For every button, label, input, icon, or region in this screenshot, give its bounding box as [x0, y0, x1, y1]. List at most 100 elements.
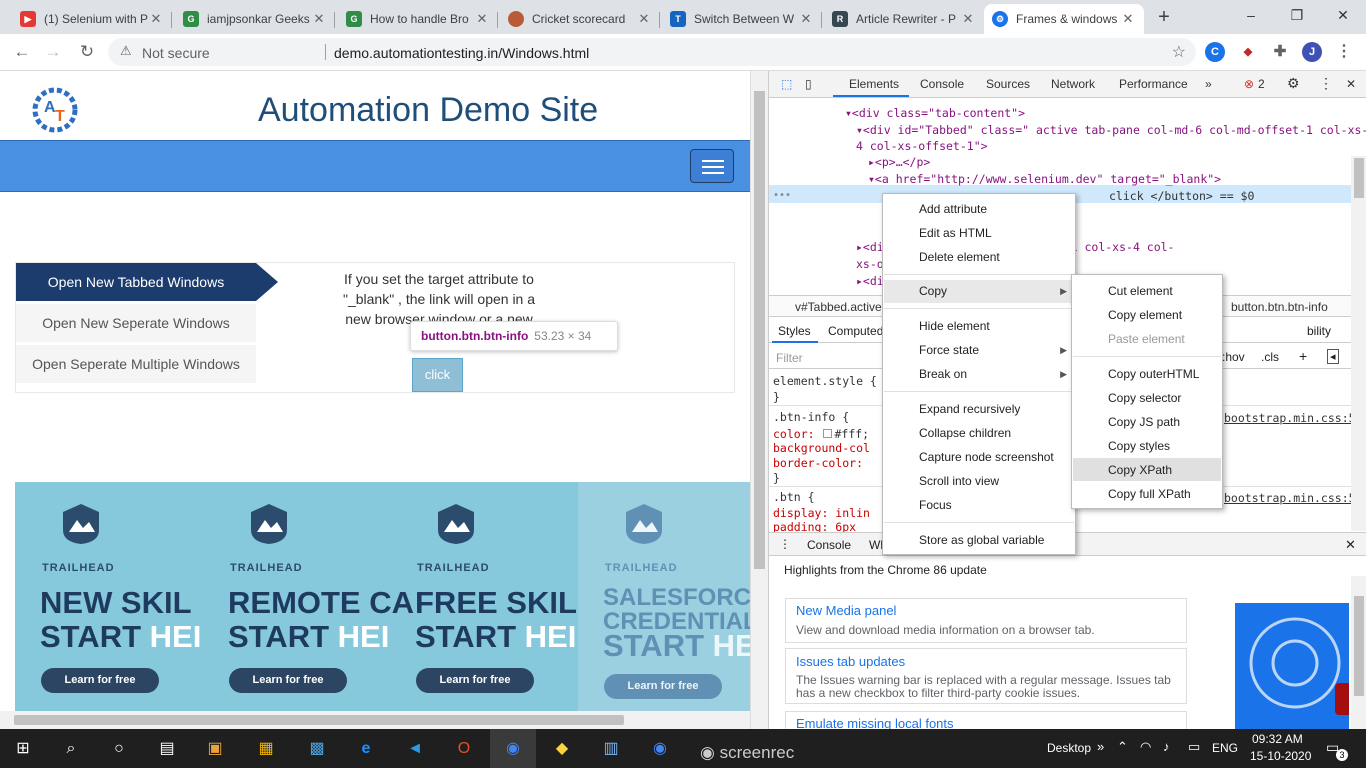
close-tab-icon[interactable]: ✕	[148, 11, 164, 27]
tab-performance[interactable]: Performance	[1119, 77, 1188, 91]
wifi-icon[interactable]: ◠	[1140, 739, 1151, 755]
language-indicator[interactable]: ENG	[1212, 741, 1238, 755]
learn-for-free-button[interactable]: Learn for free	[604, 674, 722, 699]
tab-accessibility[interactable]: bility	[1307, 324, 1331, 338]
whats-new-card[interactable]: Issues tab updates The Issues warning ba…	[785, 648, 1187, 704]
task-view-icon[interactable]: ▤	[144, 729, 190, 768]
bookmark-star-icon[interactable]: ☆	[1172, 42, 1186, 62]
menu-item-delete-element[interactable]: Delete element	[919, 250, 1000, 264]
dom-line[interactable]: ▸<p>…</p>	[868, 155, 930, 169]
menu-item-break-on[interactable]: Break on	[919, 367, 967, 381]
hamburger-menu-button[interactable]	[690, 149, 734, 183]
trailhead-ad-banner[interactable]: TRAILHEAD NEW SKIL START HEI Learn for fr…	[15, 482, 752, 711]
search-icon[interactable]: ⌕	[48, 729, 94, 768]
close-tab-icon[interactable]: ✕	[311, 11, 327, 27]
tab-open-new-tabbed-windows[interactable]: Open New Tabbed Windows	[16, 263, 256, 301]
css-line[interactable]: border-color:	[773, 456, 863, 470]
close-tab-icon[interactable]: ✕	[1120, 11, 1136, 27]
menu-item-copy-outerhtml[interactable]: Copy outerHTML	[1108, 367, 1199, 381]
close-tab-icon[interactable]: ✕	[474, 11, 490, 27]
menu-item-copy-styles[interactable]: Copy styles	[1108, 439, 1170, 453]
browser-tab[interactable]: ▶ (1) Selenium with P ✕	[12, 4, 172, 34]
dom-line[interactable]: ▾<div id="Tabbed" class=" active tab-pan…	[856, 123, 1366, 137]
click-button[interactable]: click	[412, 358, 463, 392]
more-tabs-icon[interactable]: »	[1205, 77, 1212, 91]
desktop-toolbar-label[interactable]: Desktop	[1047, 741, 1091, 755]
close-drawer-icon[interactable]: ✕	[1345, 537, 1356, 553]
store-icon[interactable]: ▦	[243, 729, 289, 768]
whats-new-card[interactable]: New Media panel View and download media …	[785, 598, 1187, 643]
css-line[interactable]: element.style {	[773, 374, 877, 388]
error-count[interactable]: 2	[1258, 77, 1265, 91]
css-line[interactable]: color: #fff;	[773, 427, 869, 441]
css-line[interactable]: display: inlin	[773, 506, 870, 520]
css-line[interactable]: }	[773, 390, 780, 404]
dom-line[interactable]: 4 col-xs-offset-1">	[856, 139, 988, 153]
keyboard-icon[interactable]: ▭	[1188, 739, 1200, 755]
learn-for-free-button[interactable]: Learn for free	[229, 668, 347, 693]
photos-app-icon[interactable]: ▣	[192, 729, 238, 768]
horizontal-scrollbar[interactable]	[0, 711, 752, 729]
clock-date[interactable]: 15-10-2020	[1250, 749, 1311, 763]
breadcrumb-item[interactable]: button.btn.btn-info	[1231, 300, 1328, 314]
menu-item-copy-selector[interactable]: Copy selector	[1108, 391, 1181, 405]
ad-card[interactable]: TRAILHEAD SALESFORCE CREDENTIAL START HE L…	[578, 482, 752, 711]
restore-button[interactable]: ❐	[1274, 0, 1320, 32]
whats-new-title[interactable]: Issues tab updates	[796, 654, 905, 669]
avatar[interactable]: J	[1302, 42, 1322, 62]
menu-item-copy-js-path[interactable]: Copy JS path	[1108, 415, 1180, 429]
browser-tab[interactable]: T Switch Between W ✕	[662, 4, 822, 34]
menu-item-copy-element[interactable]: Copy element	[1108, 308, 1182, 322]
dom-line[interactable]: ▾<div class="tab-content">	[845, 106, 1025, 120]
ad-card[interactable]: TRAILHEAD NEW SKIL START HEI Learn for fr…	[15, 482, 203, 711]
toggle-sidebar-icon[interactable]: ◂	[1327, 349, 1339, 364]
whats-new-title[interactable]: New Media panel	[796, 603, 896, 618]
extensions-puzzle-icon[interactable]: ✚	[1270, 42, 1290, 62]
forward-icon[interactable]: →	[41, 41, 65, 63]
app-icon[interactable]: ▩	[294, 729, 340, 768]
browser-tab[interactable]: G How to handle Bro ✕	[338, 4, 498, 34]
menu-item-store-as-global-variable[interactable]: Store as global variable	[919, 533, 1044, 547]
shield-icon[interactable]: ◆	[1238, 42, 1258, 62]
dom-line[interactable]: ▾<a href="http://www.selenium.dev" targe…	[868, 172, 1221, 186]
new-style-rule-icon[interactable]: +	[1299, 348, 1307, 364]
tab-computed[interactable]: Computed	[828, 324, 883, 338]
menu-item-edit-as-html[interactable]: Edit as HTML	[919, 226, 992, 240]
whats-new-card[interactable]: Emulate missing local fonts	[785, 711, 1187, 729]
dom-line[interactable]: xs-o	[856, 257, 884, 271]
menu-item-collapse-children[interactable]: Collapse children	[919, 426, 1011, 440]
ellipsis-icon[interactable]: •••	[773, 190, 791, 201]
menu-item-copy[interactable]: Copy	[919, 284, 947, 298]
menu-item-copy-full-xpath[interactable]: Copy full XPath	[1108, 487, 1191, 501]
settings-gear-icon[interactable]: ⚙	[1287, 75, 1300, 92]
menu-item-copy-xpath[interactable]: Copy XPath	[1108, 463, 1172, 477]
address-bar[interactable]: ⚠ Not secure demo.automationtesting.in/W…	[108, 38, 1196, 66]
tab-sources[interactable]: Sources	[986, 77, 1030, 91]
clock-time[interactable]: 09:32 AM	[1252, 732, 1303, 746]
menu-item-force-state[interactable]: Force state	[919, 343, 979, 357]
browser-tab[interactable]: Cricket scorecard ✕	[500, 4, 660, 34]
more-menu-icon[interactable]: ⋮	[1334, 42, 1354, 62]
elements-scrollbar[interactable]	[1351, 156, 1366, 531]
tab-elements[interactable]: Elements	[849, 77, 899, 91]
cortana-icon[interactable]: ○	[96, 729, 142, 768]
chrome-icon[interactable]: ◉	[490, 729, 536, 768]
close-tab-icon[interactable]: ✕	[636, 11, 652, 27]
browser-tab[interactable]: R Article Rewriter - P ✕	[824, 4, 984, 34]
css-line[interactable]: .btn-info {	[773, 410, 849, 424]
url-text[interactable]: demo.automationtesting.in/Windows.html	[334, 45, 589, 61]
app-icon[interactable]: ▥	[588, 729, 634, 768]
browser-tab[interactable]: G iamjpsonkar Geeks ✕	[175, 4, 335, 34]
security-label[interactable]: Not secure	[142, 45, 210, 61]
filter-input[interactable]: Filter	[776, 351, 803, 365]
hover-state-toggle[interactable]: :hov	[1222, 350, 1245, 364]
tab-network[interactable]: Network	[1051, 77, 1095, 91]
breadcrumb-item[interactable]: v#Tabbed.active	[795, 300, 882, 314]
more-options-icon[interactable]: ⋮	[1319, 75, 1333, 92]
menu-item-cut-element[interactable]: Cut element	[1108, 284, 1173, 298]
close-tab-icon[interactable]: ✕	[798, 11, 814, 27]
error-icon[interactable]: ⊗	[1244, 77, 1254, 91]
close-devtools-icon[interactable]: ✕	[1346, 77, 1356, 91]
ad-card[interactable]: TRAILHEAD FREE SKIL START HEI Learn for f…	[390, 482, 578, 711]
ad-card[interactable]: TRAILHEAD REMOTE CA START HEI Learn for f…	[203, 482, 414, 711]
